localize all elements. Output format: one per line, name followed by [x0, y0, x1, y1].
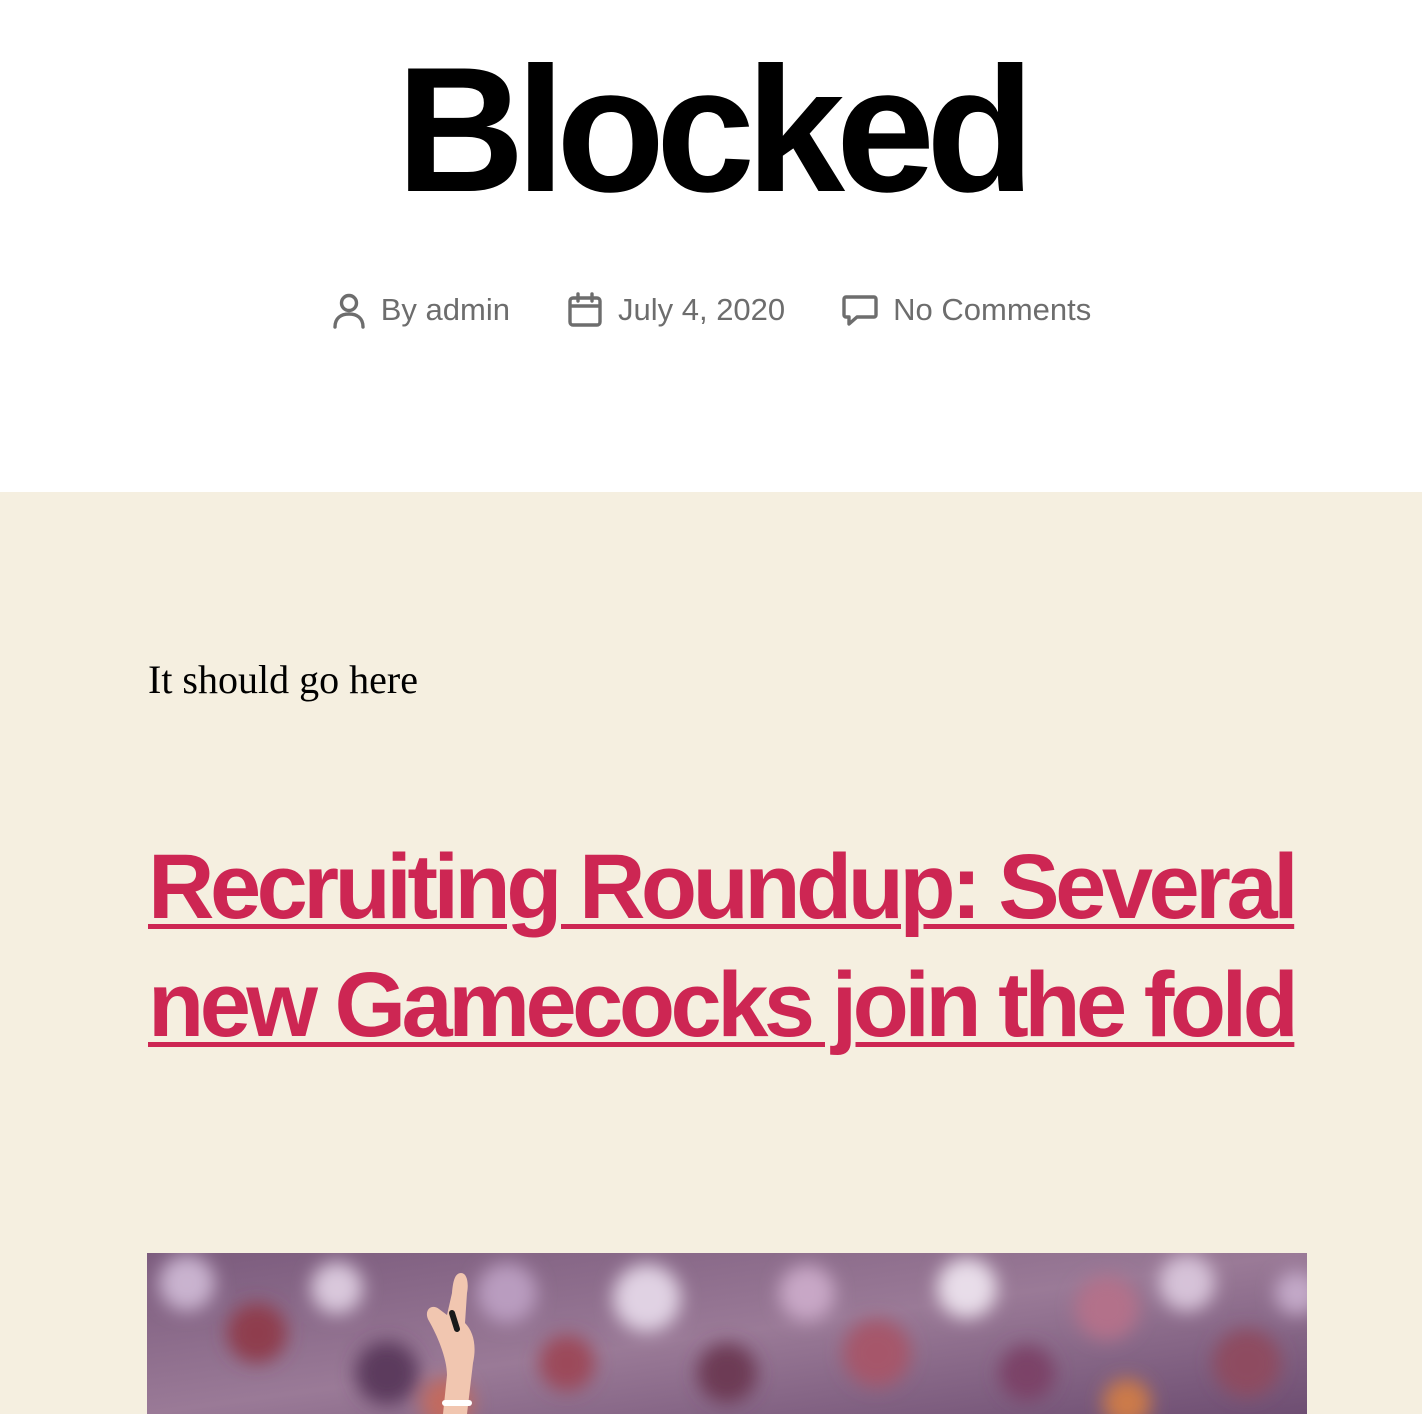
meta-author: By admin	[331, 291, 510, 329]
post-header: Blocked By admin July 4, 2020 No Comment…	[0, 0, 1422, 492]
post-date-link[interactable]: July 4, 2020	[618, 292, 785, 328]
post-content: It should go here Recruiting Roundup: Se…	[0, 492, 1422, 1414]
comments-link[interactable]: No Comments	[893, 292, 1091, 328]
page: Blocked By admin July 4, 2020 No Comment…	[0, 0, 1422, 1414]
linked-post-title-link[interactable]: Recruiting Roundup: Several new Gamecock…	[148, 836, 1299, 1056]
calendar-icon	[566, 291, 604, 329]
meta-date: July 4, 2020	[566, 291, 785, 329]
author-link[interactable]: admin	[426, 292, 510, 327]
author-prefix: By	[380, 292, 417, 327]
user-icon	[331, 291, 367, 329]
post-meta: By admin July 4, 2020 No Comments	[0, 286, 1422, 334]
meta-comments: No Comments	[841, 291, 1091, 329]
author-line: By admin	[381, 292, 510, 328]
post-paragraph: It should go here	[148, 657, 418, 702]
featured-image[interactable]	[147, 1253, 1307, 1414]
linked-post-heading: Recruiting Roundup: Several new Gamecock…	[148, 828, 1308, 1064]
post-title: Blocked	[396, 30, 1034, 229]
comment-icon	[841, 291, 879, 329]
